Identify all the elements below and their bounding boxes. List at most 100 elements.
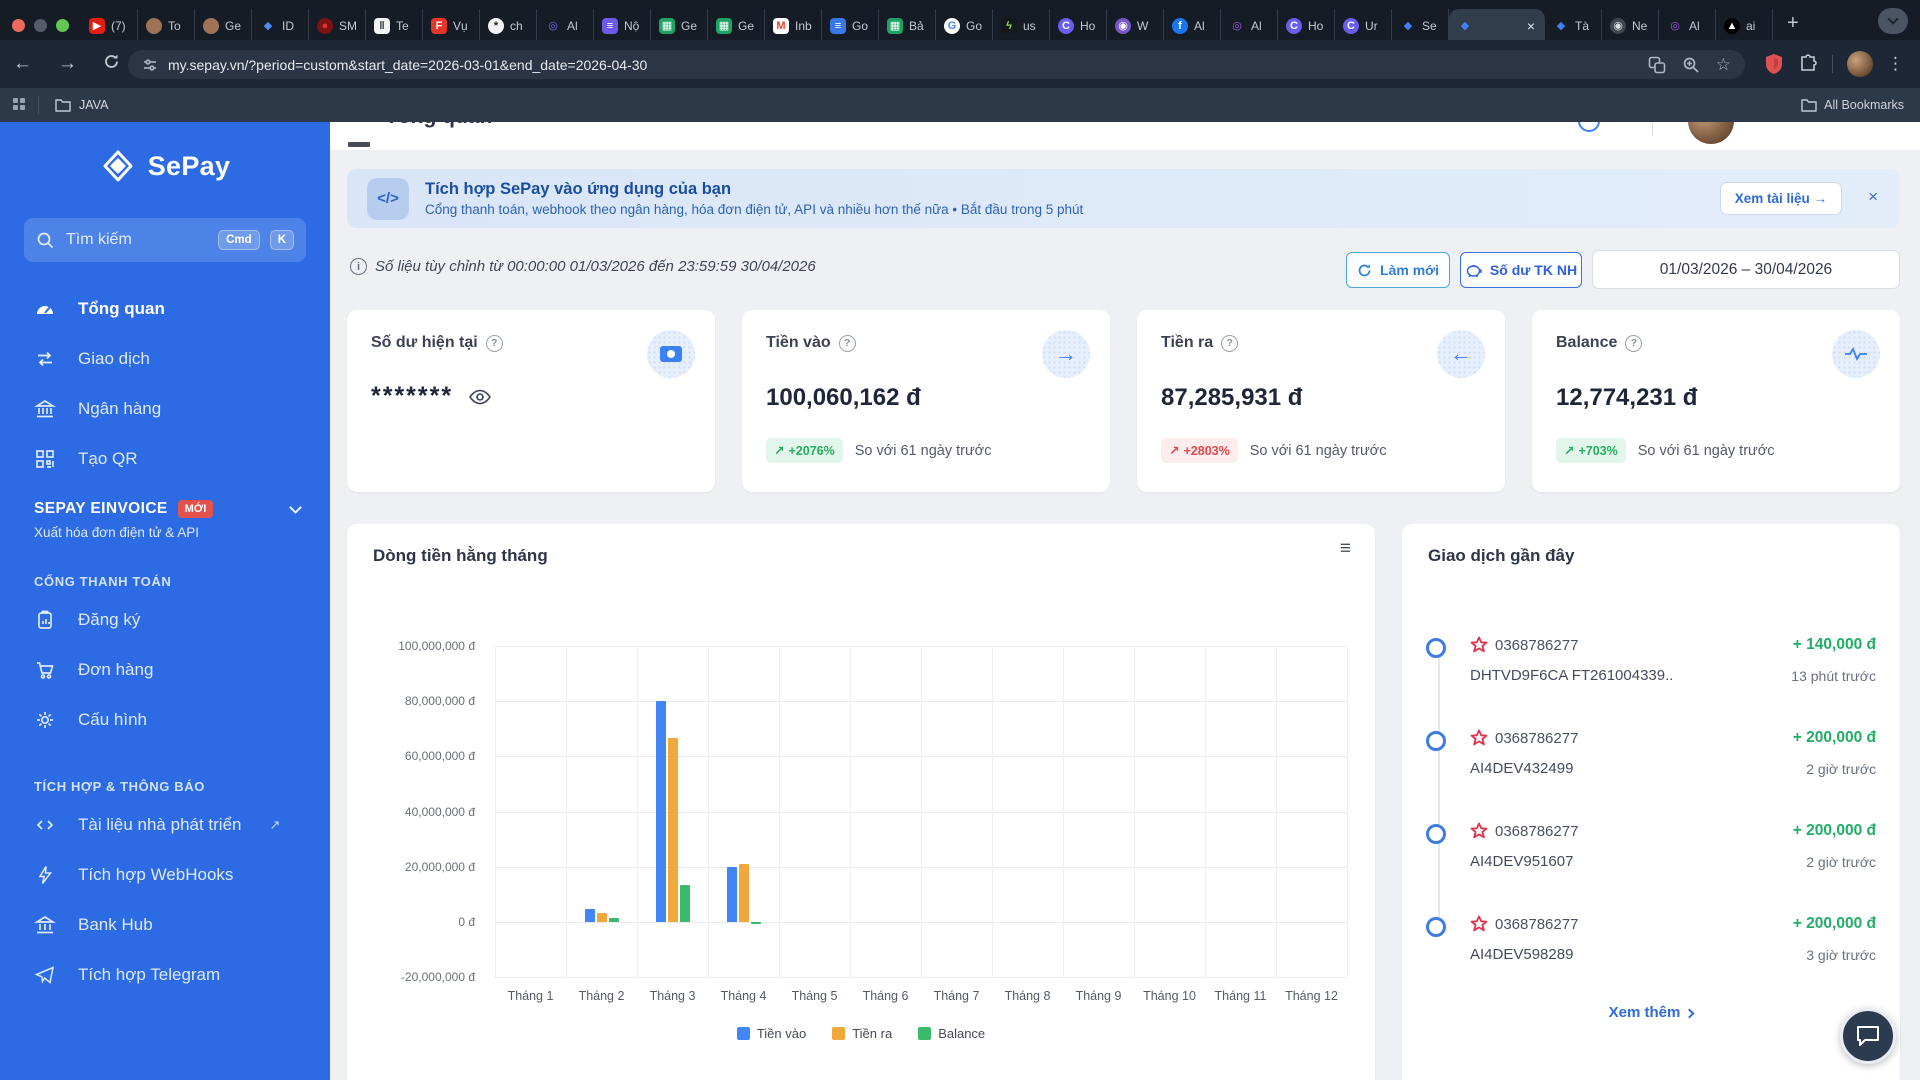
- sidebar-item-tao-qr[interactable]: Tạo QR: [0, 434, 330, 484]
- window-controls[interactable]: [0, 18, 81, 32]
- sidebar-item-tai-lieu[interactable]: Tài liệu nhà phát triển ↗: [0, 800, 330, 850]
- sidebar-einvoice-block[interactable]: SEPAY EINVOICE MỚI Xuất hóa đơn điện tử …: [0, 484, 330, 540]
- transaction-item[interactable]: 0368786277 + 140,000 đ DHTVD9F6CA FT261004…: [1426, 636, 1876, 720]
- refresh-button[interactable]: Làm mới: [1346, 252, 1450, 288]
- zoom-icon[interactable]: [1682, 56, 1700, 74]
- sidebar-item-don-hang[interactable]: Đơn hàng: [0, 645, 330, 695]
- browser-tab[interactable]: F Vụ: [423, 9, 480, 43]
- help-icon[interactable]: ?: [1221, 334, 1239, 352]
- chart-menu-icon[interactable]: ≡: [1340, 539, 1351, 558]
- browser-tab[interactable]: ◆ Se: [1392, 9, 1449, 43]
- browser-tab[interactable]: C Ur: [1335, 9, 1392, 43]
- chart-bar[interactable]: [584, 908, 595, 922]
- sidebar-item-cau-hinh[interactable]: Cấu hình: [0, 695, 330, 745]
- new-tab-button[interactable]: +: [1773, 12, 1813, 35]
- browser-tab[interactable]: ◎ Al: [1221, 9, 1278, 43]
- sidebar-item-giao-dich[interactable]: Giao dịch: [0, 334, 330, 384]
- sidebar-item-ngan-hang[interactable]: Ngân hàng: [0, 384, 330, 434]
- chart-bar[interactable]: [608, 917, 619, 922]
- chart-bar[interactable]: [655, 701, 666, 922]
- browser-tab[interactable]: ▶ (7): [81, 9, 138, 43]
- url-text[interactable]: my.sepay.vn/?period=custom&start_date=20…: [168, 57, 647, 73]
- bookmark-folder-java[interactable]: JAVA: [39, 98, 124, 112]
- forward-button[interactable]: →: [45, 53, 90, 75]
- fullscreen-window-button[interactable]: [56, 18, 69, 32]
- browser-tab[interactable]: ● SM: [309, 9, 366, 43]
- sidebar-item-dang-ky[interactable]: Đăng ký: [0, 595, 330, 645]
- browser-tab[interactable]: G Go: [936, 9, 993, 43]
- translate-icon[interactable]: [1648, 56, 1666, 74]
- browser-tab-active[interactable]: ◆ ×: [1449, 9, 1545, 43]
- help-icon[interactable]: ?: [838, 334, 856, 352]
- browser-tab[interactable]: ϟ us: [993, 9, 1050, 43]
- date-range-input[interactable]: [1592, 250, 1900, 289]
- user-avatar[interactable]: [1688, 122, 1734, 144]
- view-docs-button[interactable]: Xem tài liệu →: [1719, 182, 1842, 215]
- browser-tab[interactable]: ‖ Te: [366, 9, 423, 43]
- minimize-window-button[interactable]: [34, 18, 47, 32]
- address-bar[interactable]: my.sepay.vn/?period=custom&start_date=20…: [128, 50, 1745, 79]
- browser-tab[interactable]: ≡ Nộ: [594, 9, 651, 43]
- site-settings-icon[interactable]: [142, 57, 158, 73]
- adblock-shield-icon[interactable]: [1764, 53, 1784, 75]
- notification-bell-icon[interactable]: [1578, 122, 1600, 132]
- browser-tab[interactable]: ◉ W: [1107, 9, 1164, 43]
- transaction-item[interactable]: 0368786277 + 200,000 đ AI4DEV432499 2 giờ t…: [1426, 729, 1876, 813]
- browser-tab[interactable]: ▲ ai: [1716, 9, 1773, 43]
- chart-bar[interactable]: [738, 864, 749, 922]
- all-bookmarks-button[interactable]: All Bookmarks: [1801, 98, 1920, 112]
- browser-tab[interactable]: ◉ Ne: [1602, 9, 1659, 43]
- browser-tab[interactable]: ≡ Go: [822, 9, 879, 43]
- help-icon[interactable]: ?: [1625, 334, 1643, 352]
- chat-widget-button[interactable]: [1840, 1008, 1896, 1064]
- browser-tab[interactable]: To: [138, 9, 195, 43]
- menu-icon[interactable]: [348, 142, 370, 147]
- sidebar-item-webhooks[interactable]: Tích hợp WebHooks: [0, 850, 330, 900]
- transaction-item[interactable]: 0368786277 + 200,000 đ AI4DEV598289 3 giờ t…: [1426, 915, 1876, 999]
- back-button[interactable]: ←: [0, 53, 45, 75]
- x-tick-label: Tháng 12: [1285, 989, 1338, 1003]
- browser-tab[interactable]: * ch: [480, 9, 537, 43]
- apps-grid-icon[interactable]: [0, 97, 38, 114]
- see-more-link[interactable]: Xem thêm: [1402, 1004, 1900, 1021]
- browser-tab[interactable]: ◆ Tà: [1545, 9, 1602, 43]
- chevron-down-icon[interactable]: [289, 500, 302, 514]
- extensions-puzzle-icon[interactable]: [1798, 54, 1818, 74]
- transaction-item[interactable]: 0368786277 + 200,000 đ AI4DEV951607 2 giờ t…: [1426, 822, 1876, 906]
- sidebar-item-tong-quan[interactable]: Tổng quan: [0, 284, 330, 334]
- browser-tab[interactable]: Ge: [195, 9, 252, 43]
- browser-tab[interactable]: ◎ Al: [1659, 9, 1716, 43]
- browser-tab[interactable]: f Al: [1164, 9, 1221, 43]
- search-input[interactable]: [64, 230, 209, 250]
- tab-close-icon[interactable]: ×: [1525, 18, 1537, 34]
- arrow-right-icon: →: [1042, 330, 1090, 378]
- chart-bar[interactable]: [596, 913, 607, 922]
- brand[interactable]: SePay: [0, 148, 330, 184]
- browser-tab[interactable]: ◆ ID: [252, 9, 309, 43]
- sidebar-item-telegram[interactable]: Tích hợp Telegram: [0, 950, 330, 1000]
- page-title: Tổng quan: [385, 122, 492, 129]
- browser-tab[interactable]: ◎ Al: [537, 9, 594, 43]
- browser-tab[interactable]: C Ho: [1278, 9, 1335, 43]
- bank-balance-button[interactable]: Số dư TK NH: [1460, 252, 1582, 288]
- chart-bar[interactable]: [679, 884, 690, 922]
- browser-tab[interactable]: ▦ Bả: [879, 9, 936, 43]
- browser-tab[interactable]: ▦ Ge: [708, 9, 765, 43]
- browser-tab[interactable]: M Inb: [765, 9, 822, 43]
- close-banner-icon[interactable]: ×: [1868, 187, 1878, 207]
- reload-button[interactable]: [90, 53, 133, 76]
- browser-profile-avatar[interactable]: [1847, 51, 1873, 77]
- browser-tab[interactable]: ▦ Ge: [651, 9, 708, 43]
- chart-bar[interactable]: [750, 921, 761, 924]
- chart-bar[interactable]: [667, 738, 678, 922]
- chart-bar[interactable]: [726, 866, 737, 922]
- help-icon[interactable]: ?: [485, 334, 503, 352]
- bookmark-star-icon[interactable]: ☆: [1716, 55, 1731, 75]
- browser-menu-icon[interactable]: ⋮: [1887, 54, 1904, 74]
- tab-list-button[interactable]: [1878, 8, 1908, 34]
- eye-icon[interactable]: [469, 389, 492, 405]
- browser-tab[interactable]: C Ho: [1050, 9, 1107, 43]
- close-window-button[interactable]: [12, 18, 25, 32]
- sidebar-item-bank-hub[interactable]: Bank Hub: [0, 900, 330, 950]
- sidebar-search[interactable]: Cmd K: [24, 218, 306, 262]
